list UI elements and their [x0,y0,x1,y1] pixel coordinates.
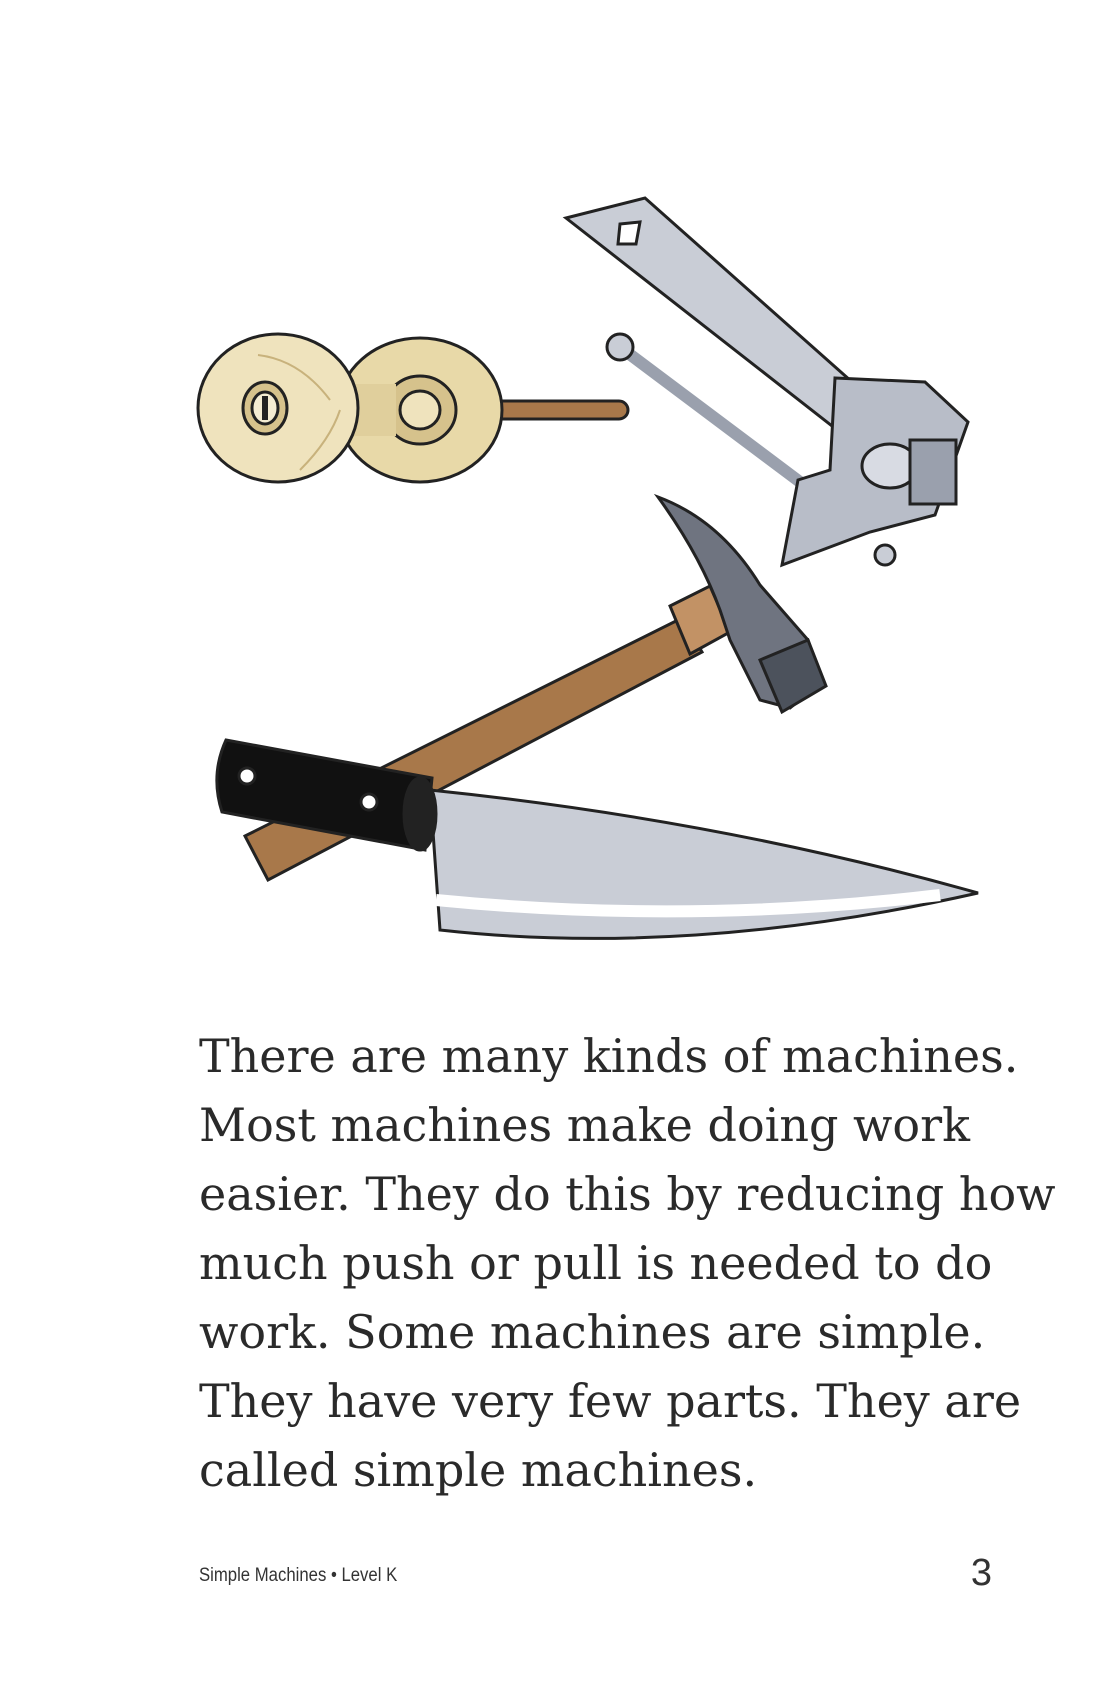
book-page: There are many kinds of machines. Most m… [0,0,1100,1700]
doorknob-image [196,332,630,484]
body-line: called simple machines. [199,1443,758,1497]
footer-book-title: Simple Machines • Level K [199,1565,398,1586]
tools-illustration [196,196,979,940]
page-number: 3 [970,1552,992,1594]
body-line: work. Some machines are simple. [199,1305,986,1359]
body-paragraph: There are many kinds of machines. Most m… [199,1022,1059,1505]
body-line: They have very few parts. They are [199,1374,1022,1428]
body-line: easier. They do this by reducing how [199,1167,1056,1221]
body-line: much push or pull is needed to do [199,1236,993,1290]
body-line: There are many kinds of machines. [199,1029,1019,1083]
body-line: Most machines make doing work [199,1098,970,1152]
can-opener-image [562,196,970,568]
